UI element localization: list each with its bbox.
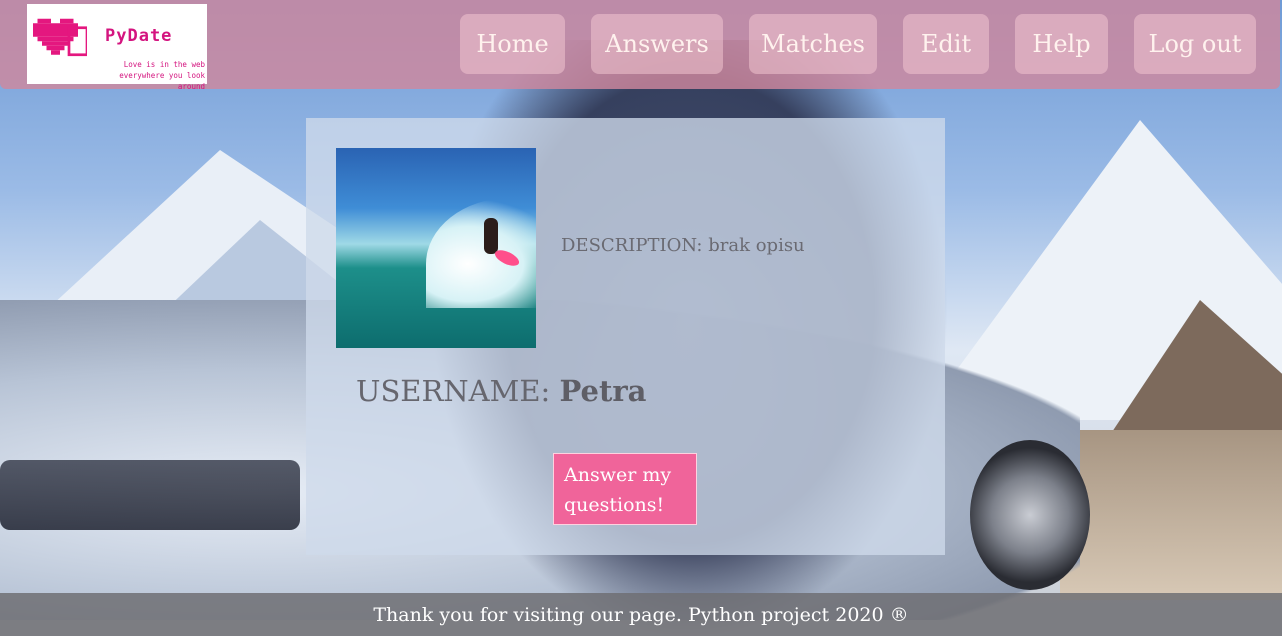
- car-grill: [0, 460, 300, 530]
- nav-logout-button[interactable]: Log out: [1134, 14, 1256, 74]
- top-navbar: PyDate Love is in the web everywhere you…: [0, 0, 1280, 91]
- logo-tagline: Love is in the web everywhere you look a…: [99, 59, 205, 92]
- profile-photo: [336, 148, 536, 348]
- photo-wave: [426, 198, 536, 308]
- photo-surfer: [484, 218, 498, 254]
- car-wheel: [970, 440, 1090, 590]
- nav-home-button[interactable]: Home: [460, 14, 565, 74]
- profile-username: USERNAME: Petra: [356, 374, 646, 408]
- nav-edit-button[interactable]: Edit: [903, 14, 989, 74]
- logo-name: PyDate: [105, 26, 173, 46]
- logo-tagline-line-1: Love is in the web: [123, 60, 205, 69]
- username-value: Petra: [559, 374, 647, 408]
- footer-text: Thank you for visiting our page. Python …: [0, 593, 1282, 636]
- ground: [1060, 430, 1282, 600]
- answer-questions-button[interactable]: Answer my questions!: [553, 453, 697, 525]
- nav-matches-button[interactable]: Matches: [749, 14, 877, 74]
- nav-answers-button[interactable]: Answers: [591, 14, 723, 74]
- pydate-logo[interactable]: PyDate Love is in the web everywhere you…: [27, 4, 207, 91]
- logo-tagline-line-2: everywhere you look around: [119, 71, 205, 91]
- pixel-heart-icon: [33, 18, 87, 57]
- nav-help-button[interactable]: Help: [1015, 14, 1108, 74]
- username-label: USERNAME:: [356, 374, 551, 408]
- profile-description: DESCRIPTION: brak opisu: [561, 235, 805, 256]
